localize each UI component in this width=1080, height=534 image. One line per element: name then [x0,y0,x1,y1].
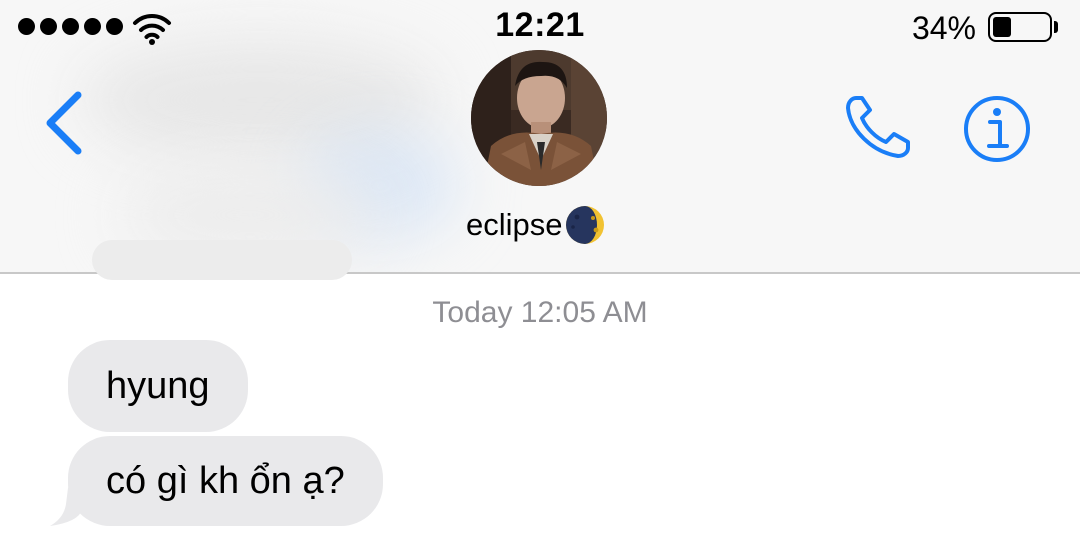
battery-level [993,17,1011,37]
message-text: hyung [106,364,210,407]
battery-percentage: 34% [911,10,976,46]
info-icon[interactable] [962,94,1032,164]
imessage-screen: 12:21 34% eclipse Today 12:05 AM hyung c… [0,0,1080,534]
battery-tip [1054,21,1058,33]
message-timestamp: Today 12:05 AM [432,296,648,329]
contact-avatar[interactable] [471,50,607,186]
status-bar: 12:21 34% [0,0,1080,56]
message-text: có gì kh ổn ạ? [106,459,345,502]
incoming-message-bubble[interactable]: có gì kh ổn ạ? [68,436,383,526]
crescent-moon-icon [565,206,604,244]
incoming-message-bubble[interactable]: hyung [68,340,248,432]
contact-name[interactable]: eclipse [466,204,606,246]
bubble-tail [50,488,82,526]
previous-message-bubble [92,240,352,280]
battery-icon [988,12,1052,42]
phone-icon[interactable] [842,92,916,162]
conversation-header: 12:21 34% eclipse [0,0,1080,274]
contact-name-text: eclipse [466,207,563,242]
back-chevron-icon[interactable] [42,90,84,156]
